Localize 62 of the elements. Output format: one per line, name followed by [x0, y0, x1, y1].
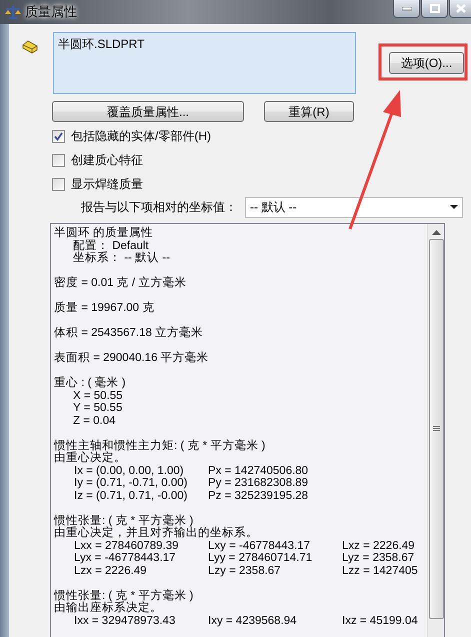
report-value: Lzx = 2226.49: [74, 564, 148, 577]
report-value: Py = 231682308.89: [208, 477, 308, 490]
dropdown-arrow-icon: [450, 205, 458, 209]
report-line: 由重心决定。: [54, 452, 127, 464]
report-line: 半圆环 的质量属性: [54, 227, 154, 240]
minimize-icon: [402, 6, 412, 10]
report-line: Y = 50.55: [73, 402, 122, 414]
report-line: 惯性张量: ( 克 * 平方毫米 ): [54, 590, 194, 602]
report-line: 坐标系： -- 默认 --: [73, 252, 170, 264]
close-button[interactable]: [449, 0, 471, 18]
scale-icon: [5, 5, 21, 19]
report-value: Lyy = 278460714.71: [208, 552, 314, 564]
report-line: 质量 = 19967.00 克: [54, 302, 156, 314]
scroll-thumb[interactable]: [428, 239, 444, 619]
report-value: Lxy = -46778443.17: [208, 540, 311, 552]
checkbox[interactable]: [52, 154, 65, 166]
coordinate-label: 报告与以下项相对的坐标值：: [81, 199, 237, 216]
report-value: Ixy = 4239568.94: [208, 614, 298, 627]
window-title: 质量属性: [25, 3, 77, 22]
report-line: Z = 0.04: [73, 414, 116, 426]
maximize-button[interactable]: [421, 0, 448, 18]
report-line: 惯性主轴和惯性主力矩: ( 克 * 平方毫米 ): [54, 440, 266, 452]
checkbox-label: 显示焊缝质量: [71, 176, 143, 193]
grip-icon: [432, 426, 440, 432]
checkbox-label: 创建质心特征: [71, 152, 143, 169]
options-button[interactable]: 选项(O)...: [389, 52, 464, 74]
report-value: Lyz = 2358.67: [342, 552, 414, 564]
recalculate-button[interactable]: 重算(R): [264, 101, 354, 122]
override-mass-properties-button[interactable]: 覆盖质量属性...: [52, 101, 244, 122]
report-line: 配置： Default: [73, 240, 149, 252]
report-line: 惯性张量: ( 克 * 平方毫米 ): [54, 514, 194, 526]
scrollbar[interactable]: [427, 224, 444, 637]
report-line: 密度 = 0.01 克 / 立方毫米: [54, 277, 188, 290]
scroll-up-icon[interactable]: [432, 230, 440, 235]
report-value: Px = 142740506.80: [208, 464, 308, 477]
report-line: 体积 = 2543567.18 立方毫米: [54, 327, 204, 340]
report-line: X = 50.55: [73, 390, 123, 402]
close-icon: [456, 4, 466, 13]
maximize-icon: [430, 4, 440, 13]
report-value: Lzz = 1427405: [342, 564, 418, 577]
report-line: 由输出座标系决定。: [54, 602, 163, 614]
list-item[interactable]: 半圆环.SLDPRT: [58, 35, 351, 53]
report-value: Ix = (0.00, 0.00, 1.00): [74, 464, 185, 477]
report-value: Lxx = 278460789.39: [74, 540, 180, 552]
report-value: Lxz = 2226.49: [342, 540, 415, 552]
report-value: Lyx = -46778443.17: [74, 552, 177, 564]
checkbox[interactable]: [52, 178, 65, 190]
report-value: Ixz = 45199.04: [342, 614, 418, 627]
report-value: Iy = (0.71, -0.71, 0.00): [74, 477, 188, 490]
checkbox[interactable]: [52, 130, 65, 142]
report-value: Pz = 325239195.28: [208, 490, 308, 502]
report-line: 表面积 = 290040.16 平方毫米: [54, 352, 210, 364]
report-line: 由重心决定，并且对齐输出的坐标系。: [54, 527, 259, 540]
report-value: Iz = (0.71, 0.71, -0.00): [74, 490, 188, 502]
minimize-button[interactable]: [393, 0, 420, 18]
report-value: Ixx = 329478973.43: [74, 614, 176, 627]
checkbox-label: 包括隐藏的实体/零部件(H): [71, 128, 211, 145]
part-icon: [22, 38, 38, 54]
selection-list[interactable]: 半圆环.SLDPRT: [53, 32, 356, 94]
coordinate-dropdown[interactable]: -- 默认 --: [245, 196, 463, 218]
report-line: 重心 : ( 毫米 ): [54, 377, 127, 390]
report-value: Lzy = 2358.67: [208, 564, 282, 577]
